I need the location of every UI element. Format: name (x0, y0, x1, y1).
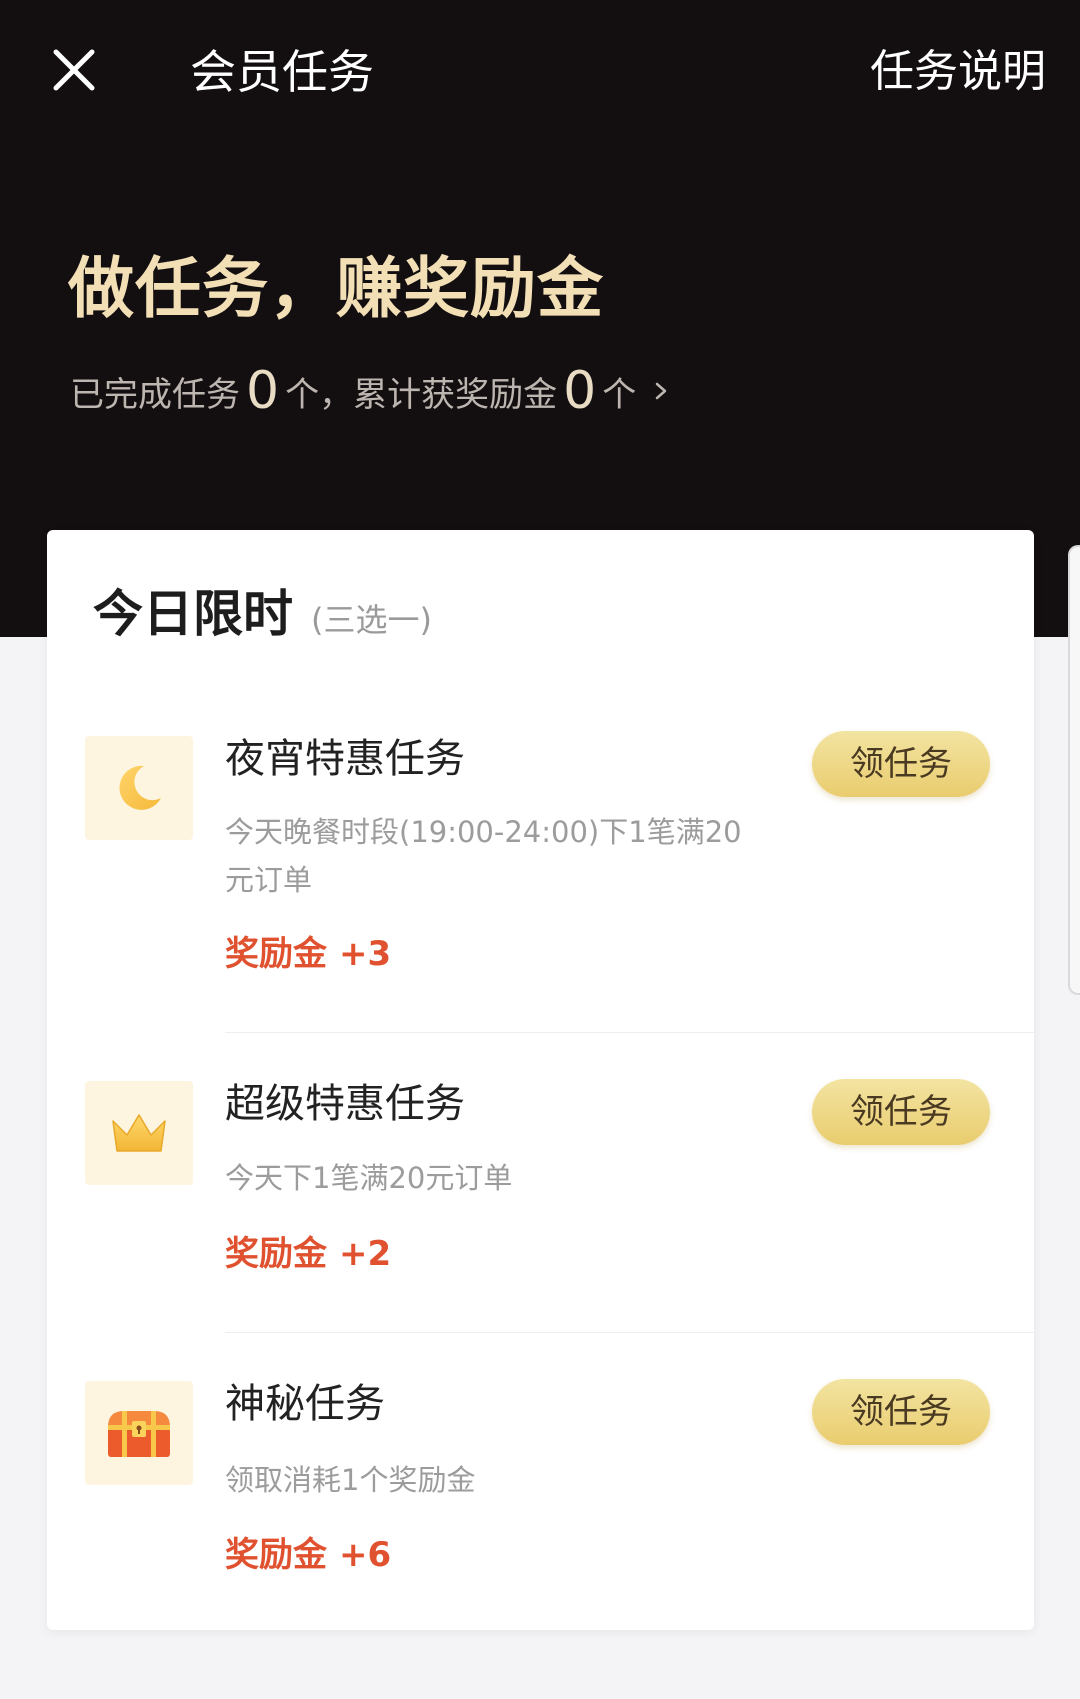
section-title: 今日限时 (93, 585, 293, 643)
side-edge (1068, 545, 1080, 995)
task-name: 超级特惠任务 (225, 1081, 465, 1127)
task-reward: 奖励金 +3 (225, 932, 391, 976)
task-description: 领取消耗1个奖励金 (225, 1463, 476, 1497)
claim-task-button[interactable]: 领任务 (812, 1379, 990, 1445)
reward-value: +2 (339, 1234, 392, 1274)
reward-value: +3 (339, 934, 392, 974)
reward-label: 奖励金 (225, 1535, 327, 1575)
moon-icon (119, 765, 161, 810)
task-icon-box (85, 1381, 193, 1485)
task-icon-box (85, 1081, 193, 1185)
hero-title: 做任务，赚奖励金 (68, 250, 604, 327)
stats-prefix: 已完成任务 (70, 374, 240, 415)
task-name: 夜宵特惠任务 (225, 736, 465, 782)
stats-mid: 个，累计获奖励金 (285, 374, 558, 415)
reward-summary-link[interactable]: 已完成任务 0 个，累计获奖励金 0 个 (70, 356, 670, 426)
task-reward: 奖励金 +6 (225, 1533, 391, 1577)
close-icon (53, 49, 95, 91)
reward-label: 奖励金 (225, 1234, 327, 1274)
crown-icon (112, 1114, 166, 1152)
chevron-right-icon (655, 382, 667, 400)
task-description: 今天晚餐时段(19:00-24:00)下1笔满20元订单 (225, 815, 742, 897)
section-subtitle: (三选一) (311, 601, 432, 639)
reward-label: 奖励金 (225, 934, 327, 974)
task-reward: 奖励金 +2 (225, 1232, 391, 1276)
reward-value: +6 (339, 1535, 392, 1575)
limited-tasks-card: 今日限时 (三选一) 夜宵特惠任务 今天晚餐时段(19:00-24:00)下1笔… (47, 530, 1034, 1630)
task-description: 今天下1笔满20元订单 (225, 1161, 513, 1195)
task-rules-link[interactable]: 任务说明 (870, 42, 1046, 102)
stats-suffix: 个 (602, 374, 637, 415)
tasks-done-count: 0 (246, 361, 280, 421)
task-name: 神秘任务 (225, 1381, 385, 1427)
section-header: 今日限时 (三选一) (93, 574, 432, 646)
divider (225, 1032, 1034, 1033)
divider (225, 1332, 1034, 1333)
task-icon-box (85, 736, 193, 840)
claim-task-button[interactable]: 领任务 (812, 1079, 990, 1145)
close-button[interactable] (48, 44, 100, 96)
treasure-chest-icon (108, 1411, 170, 1457)
reward-total-count: 0 (563, 361, 597, 421)
page-title: 会员任务 (190, 45, 374, 99)
claim-task-button[interactable]: 领任务 (812, 731, 990, 797)
